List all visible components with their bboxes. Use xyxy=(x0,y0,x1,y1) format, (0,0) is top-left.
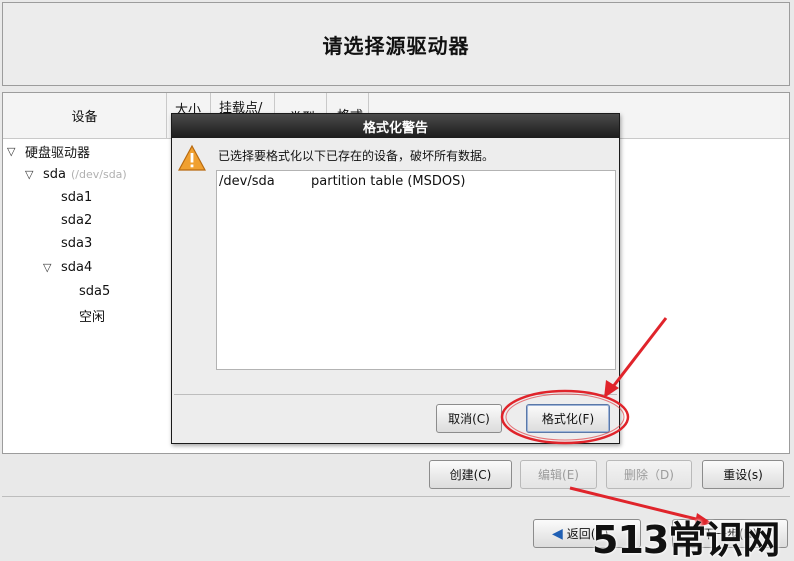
page-title: 请选择源驱动器 xyxy=(322,33,470,58)
tree-label: 空闲 xyxy=(79,309,106,325)
watermark-logo: 513常识网 xyxy=(592,518,780,561)
tree-row-sda3[interactable]: sda3 xyxy=(61,232,92,254)
tree-row-sda5[interactable]: sda5 xyxy=(79,280,110,302)
dialog-message-row: 已选择要格式化以下已存在的设备，破坏所有数据。 xyxy=(178,144,494,172)
device-path: (/dev/sda) xyxy=(71,167,127,181)
tree-label: sda2 xyxy=(61,212,93,228)
divider xyxy=(2,496,790,497)
page-header: 请选择源驱动器 xyxy=(2,2,790,86)
expand-triangle-icon[interactable]: ▽ xyxy=(25,168,35,181)
format-warning-dialog: 格式化警告 已选择要格式化以下已存在的设备，破坏所有数据。 /dev/sda p… xyxy=(171,113,620,444)
dialog-title: 格式化警告 xyxy=(172,114,619,138)
list-item-description: partition table (MSDOS) xyxy=(311,174,466,189)
tree-label: sda3 xyxy=(61,235,93,251)
format-device-list[interactable]: /dev/sda partition table (MSDOS) xyxy=(216,170,616,370)
tree-row-sda4[interactable]: ▽ sda4 xyxy=(43,256,92,278)
tree-label: sda4 xyxy=(61,259,93,275)
tree-row-free[interactable]: 空闲 xyxy=(79,304,105,326)
tree-row-sda1[interactable]: sda1 xyxy=(61,186,92,208)
column-header-device[interactable]: 设备 xyxy=(3,93,167,139)
tree-label: sda5 xyxy=(79,283,111,299)
tree-row-sda2[interactable]: sda2 xyxy=(61,209,92,231)
list-item[interactable]: /dev/sda partition table (MSDOS) xyxy=(219,174,465,189)
tree-row-sda[interactable]: ▽ sda (/dev/sda) xyxy=(25,163,127,185)
format-button[interactable]: 格式化(F) xyxy=(526,404,610,433)
expand-triangle-icon[interactable]: ▽ xyxy=(43,261,53,274)
dialog-message: 已选择要格式化以下已存在的设备，破坏所有数据。 xyxy=(218,149,495,163)
tree-label: sda xyxy=(43,166,66,182)
list-item-device: /dev/sda xyxy=(219,174,275,189)
edit-button[interactable]: 编辑(E) xyxy=(520,460,597,489)
tree-label: 硬盘驱动器 xyxy=(25,145,91,161)
reset-button[interactable]: 重设(s) xyxy=(702,460,784,489)
warning-icon xyxy=(178,144,206,171)
back-arrow-icon: ◀ xyxy=(552,525,563,542)
create-button[interactable]: 创建(C) xyxy=(429,460,512,489)
cancel-button[interactable]: 取消(C) xyxy=(436,404,502,433)
tree-row-hard-drives[interactable]: ▽ 硬盘驱动器 xyxy=(7,140,90,162)
dialog-divider xyxy=(174,394,617,395)
expand-triangle-icon[interactable]: ▽ xyxy=(7,145,17,158)
tree-label: sda1 xyxy=(61,189,93,205)
delete-button[interactable]: 删除（D) xyxy=(606,460,692,489)
